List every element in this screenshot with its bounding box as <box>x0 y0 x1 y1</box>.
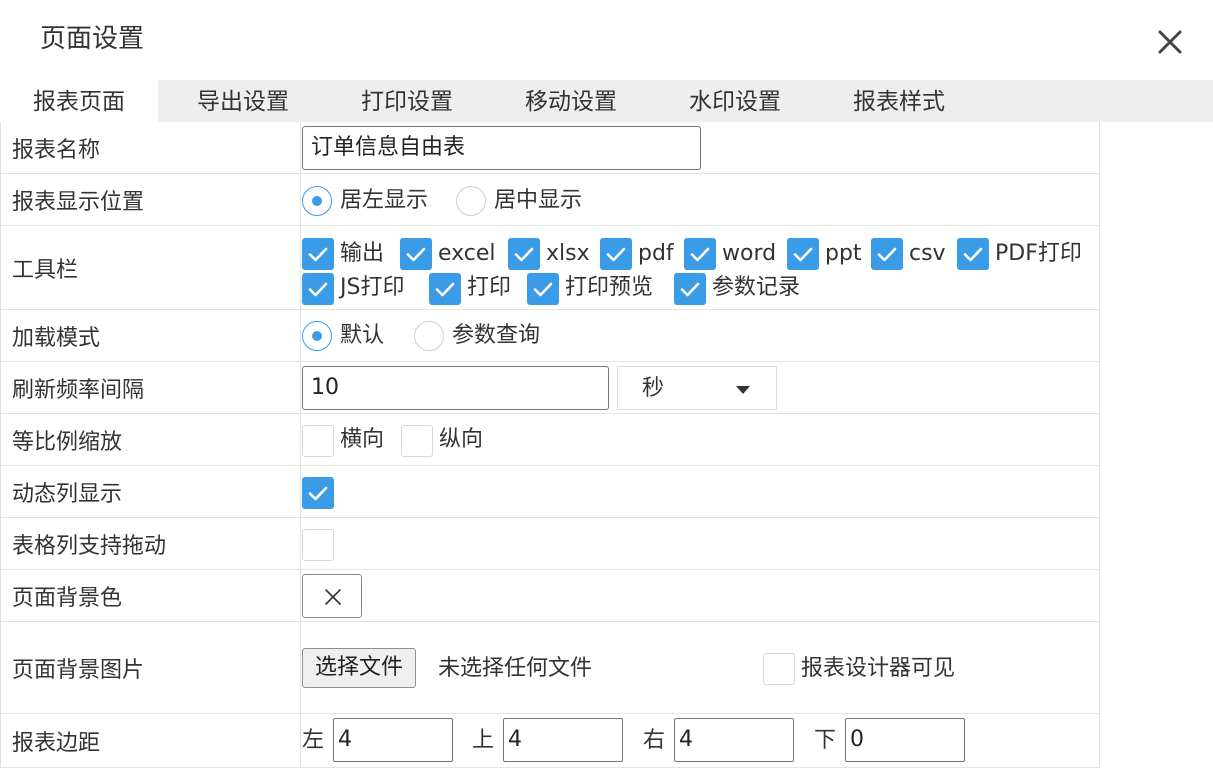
checkbox-ppt-label: ppt <box>825 241 862 266</box>
checkbox-output-label: 输出 <box>340 241 385 266</box>
bg-image-label: 页面背景图片 <box>1 622 301 713</box>
row-dynamic-columns: 动态列显示 <box>1 466 1099 518</box>
choose-file-button[interactable]: 选择文件 <box>302 648 417 688</box>
checkbox-word[interactable] <box>684 238 716 270</box>
checkbox-column-drag[interactable] <box>302 529 334 561</box>
close-icon[interactable] <box>1152 24 1188 60</box>
margins-label: 报表边距 <box>1 714 301 767</box>
checkbox-scale-vertical-label: 纵向 <box>439 427 484 452</box>
refresh-interval-input[interactable]: 10 <box>302 366 609 410</box>
checkbox-excel-label: excel <box>438 241 496 266</box>
row-margins: 报表边距 左 4 上 4 右 4 下 0 <box>1 714 1099 768</box>
checkbox-print-preview-label: 打印预览 <box>565 275 654 300</box>
checkbox-print-label: 打印 <box>467 275 512 300</box>
checkbox-xlsx-label: xlsx <box>546 241 590 266</box>
load-mode-label: 加载模式 <box>1 310 301 361</box>
checkbox-word-label: word <box>722 241 777 266</box>
checkbox-designer-visible[interactable] <box>763 653 795 685</box>
tab-mobile-settings[interactable]: 移动设置 <box>492 80 650 122</box>
margin-top-input[interactable]: 4 <box>503 718 623 762</box>
tab-print-settings[interactable]: 打印设置 <box>328 80 486 122</box>
dialog-title: 页面设置 <box>40 24 145 54</box>
checkbox-param-record[interactable] <box>674 273 706 305</box>
clear-color-icon <box>325 589 341 605</box>
radio-load-param-query[interactable] <box>414 321 444 351</box>
row-column-drag: 表格列支持拖动 <box>1 518 1099 570</box>
tab-bar: 报表页面 导出设置 打印设置 移动设置 水印设置 报表样式 <box>0 80 1213 122</box>
toolbar-label: 工具栏 <box>1 226 301 309</box>
radio-align-left-label: 居左显示 <box>340 188 429 213</box>
checkbox-js-print[interactable] <box>302 273 334 305</box>
display-position-label: 报表显示位置 <box>1 174 301 225</box>
bg-color-label: 页面背景色 <box>1 570 301 621</box>
row-refresh-interval: 刷新频率间隔 10 秒 <box>1 362 1099 414</box>
checkbox-pdf[interactable] <box>600 238 632 270</box>
checkbox-param-record-label: 参数记录 <box>712 275 801 300</box>
row-bg-image: 页面背景图片 选择文件 未选择任何文件 报表设计器可见 <box>1 622 1099 714</box>
row-bg-color: 页面背景色 <box>1 570 1099 622</box>
proportional-scale-label: 等比例缩放 <box>1 414 301 465</box>
refresh-unit-select[interactable]: 秒 <box>617 366 777 410</box>
report-name-input[interactable]: 订单信息自由表 <box>302 126 701 170</box>
checkbox-scale-vertical[interactable] <box>401 425 433 457</box>
tab-export-settings[interactable]: 导出设置 <box>164 80 322 122</box>
refresh-interval-label: 刷新频率间隔 <box>1 362 301 413</box>
row-proportional-scale: 等比例缩放 横向 纵向 <box>1 414 1099 466</box>
checkbox-scale-horizontal-label: 横向 <box>340 427 385 452</box>
toolbar-options: 输出 excel xlsx pdf word ppt csv PDF打印 JS打… <box>301 226 1099 309</box>
radio-align-left[interactable] <box>302 186 332 216</box>
checkbox-print-preview[interactable] <box>527 273 559 305</box>
margin-bottom-input[interactable]: 0 <box>845 718 965 762</box>
radio-load-param-query-label: 参数查询 <box>452 323 541 348</box>
checkbox-output[interactable] <box>302 238 334 270</box>
bg-color-picker[interactable] <box>302 574 362 618</box>
margin-right-label: 右 <box>643 728 666 753</box>
row-report-name: 报表名称 订单信息自由表 <box>1 122 1099 174</box>
radio-align-center[interactable] <box>456 186 486 216</box>
tab-report-style[interactable]: 报表样式 <box>820 80 978 122</box>
radio-load-default-label: 默认 <box>340 323 385 348</box>
margin-right-input[interactable]: 4 <box>674 718 794 762</box>
checkbox-print[interactable] <box>429 273 461 305</box>
refresh-unit-value: 秒 <box>642 376 665 401</box>
checkbox-js-print-label: JS打印 <box>340 275 405 300</box>
radio-load-default[interactable] <box>302 321 332 351</box>
dialog-header: 页面设置 <box>0 0 1213 80</box>
checkbox-pdf-label: pdf <box>638 241 674 266</box>
row-load-mode: 加载模式 默认 参数查询 <box>1 310 1099 362</box>
checkbox-designer-visible-label: 报表设计器可见 <box>801 656 956 681</box>
radio-align-center-label: 居中显示 <box>494 188 583 213</box>
row-display-position: 报表显示位置 居左显示 居中显示 <box>1 174 1099 226</box>
settings-form: 报表名称 订单信息自由表 报表显示位置 居左显示 居中显示 工具栏 输出 exc… <box>0 122 1100 768</box>
checkbox-excel[interactable] <box>400 238 432 270</box>
column-drag-label: 表格列支持拖动 <box>1 518 301 569</box>
checkbox-pdf-print[interactable] <box>957 238 989 270</box>
file-status-text: 未选择任何文件 <box>438 656 593 681</box>
checkbox-csv[interactable] <box>871 238 903 270</box>
chevron-down-icon <box>736 386 750 394</box>
checkbox-dynamic-columns[interactable] <box>302 477 334 509</box>
margin-left-label: 左 <box>302 728 325 753</box>
checkbox-pdf-print-label: PDF打印 <box>995 241 1082 266</box>
checkbox-scale-horizontal[interactable] <box>302 425 334 457</box>
dynamic-columns-label: 动态列显示 <box>1 466 301 517</box>
margin-left-input[interactable]: 4 <box>333 718 453 762</box>
margin-bottom-label: 下 <box>814 728 837 753</box>
report-name-label: 报表名称 <box>1 122 301 173</box>
checkbox-xlsx[interactable] <box>508 238 540 270</box>
checkbox-csv-label: csv <box>909 241 946 266</box>
tab-report-page[interactable]: 报表页面 <box>0 80 158 122</box>
checkbox-ppt[interactable] <box>787 238 819 270</box>
tab-watermark-settings[interactable]: 水印设置 <box>656 80 814 122</box>
row-toolbar: 工具栏 输出 excel xlsx pdf word ppt csv PDF打印… <box>1 226 1099 310</box>
margin-top-label: 上 <box>472 728 495 753</box>
